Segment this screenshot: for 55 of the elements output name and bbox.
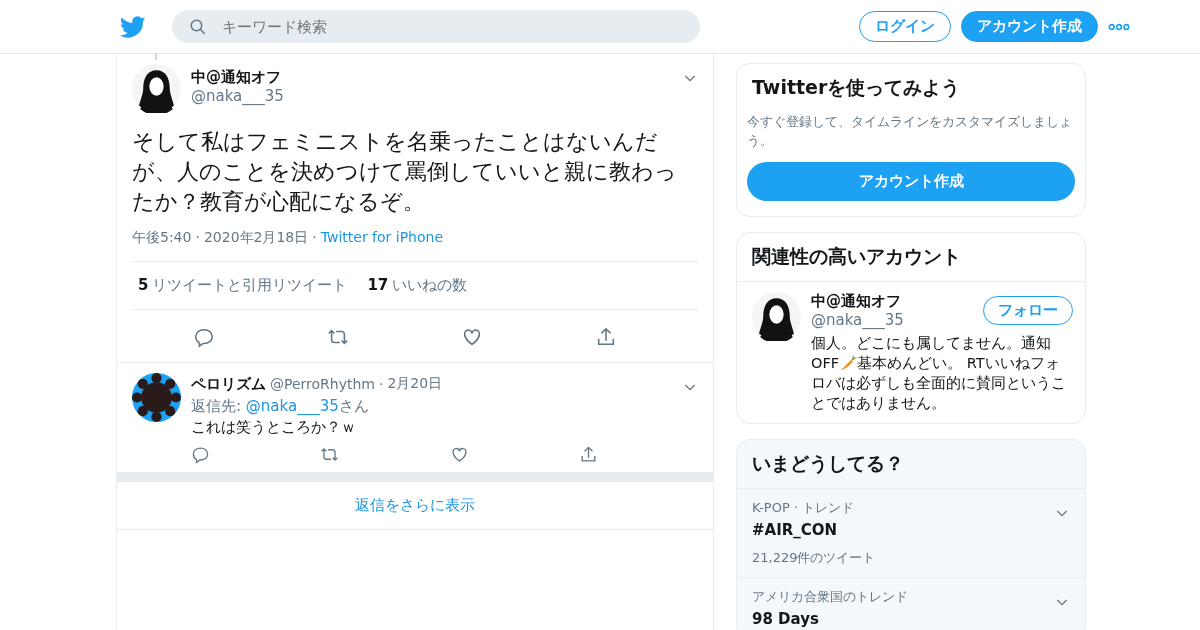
card-title: 関連性の高いアカウント [751, 244, 962, 269]
source-link[interactable]: Twitter for iPhone [320, 229, 444, 247]
show-more-link[interactable]: 返信をさらに表示 [117, 482, 713, 530]
heart-icon[interactable] [461, 326, 483, 348]
user-handle: @PerroRhythm [270, 376, 375, 392]
honorific-text: さん [338, 397, 369, 415]
bio-text: 基本めんどい。 RTいいねフォ [857, 354, 1060, 373]
avatar-icon[interactable] [752, 292, 801, 341]
carrot-icon [839, 354, 858, 372]
card-title: いまどうしてる？ [751, 451, 905, 476]
tweet-text: そして私はフェミニストを名乗ったことはないんだが、人のことを決めつけて罵倒していいと親に教わったか？教育が心配になるぞ。 [132, 128, 678, 216]
trend-name[interactable]: #AIR_CON [752, 521, 1054, 539]
user-name[interactable]: ペロリズム [191, 374, 266, 394]
tweet-count: 21,229件のツイート [752, 549, 877, 567]
stat-label[interactable]: リツイートと引用リツイート [152, 276, 348, 294]
trend-name[interactable]: 98 Days [752, 610, 1054, 628]
follow-button[interactable]: フォロー [983, 296, 1073, 325]
reply-text: これは笑うところか？ｗ [191, 418, 357, 437]
separator-dot: · [312, 229, 317, 247]
signup-button[interactable]: アカウント作成 [747, 162, 1075, 201]
avatar-icon[interactable] [132, 373, 181, 422]
share-icon[interactable] [595, 326, 617, 348]
search-icon [189, 18, 207, 36]
search-field[interactable]: キーワード検索 [172, 10, 700, 43]
reply-to-label: 返信先: [191, 397, 243, 415]
separator-dot: · [378, 376, 384, 392]
stat-count[interactable]: 17 [367, 276, 389, 294]
card-title: Twitterを使ってみよう [751, 75, 962, 100]
user-name[interactable]: 中@通知オフ [811, 292, 983, 311]
bio-text: ロバは必ずしも全面的に賛同ということではありません。 [811, 374, 1067, 413]
reply-icon[interactable] [193, 326, 215, 348]
mention-link[interactable]: @naka___35 [245, 397, 339, 415]
reply-date: 2月20日 [387, 375, 443, 393]
user-handle: @naka___35 [811, 311, 905, 329]
user-name[interactable]: 中@通知オフ [191, 68, 672, 87]
bio-text: 個人。どこにも属してません。通知 [811, 334, 1052, 353]
heart-icon[interactable] [449, 445, 469, 464]
bird-logo[interactable] [120, 13, 146, 40]
share-icon[interactable] [579, 445, 598, 464]
reply-icon[interactable] [191, 445, 210, 464]
stat-count[interactable]: 5 [138, 276, 149, 294]
tweet-time: 午後5:40 [132, 229, 192, 247]
trend-context: アメリカ合衆国のトレンド [752, 588, 909, 606]
stat-label[interactable]: いいねの数 [392, 276, 468, 294]
trend-context: K-POP · トレンド [752, 499, 856, 517]
login-button[interactable]: ログイン [859, 11, 951, 42]
bio-text: OFF [811, 354, 840, 373]
retweet-icon[interactable] [320, 445, 340, 464]
tweet-date: 2020年2月18日 [203, 229, 309, 247]
separator-dot: · [195, 229, 200, 247]
more-icon[interactable] [1108, 22, 1130, 31]
user-handle: @naka___35 [191, 87, 285, 105]
signup-button[interactable]: アカウント作成 [961, 11, 1098, 42]
avatar-icon[interactable] [132, 64, 181, 113]
card-text: 今すぐ登録して、タイムラインをカスタマイズしましょう。 [746, 113, 1073, 150]
